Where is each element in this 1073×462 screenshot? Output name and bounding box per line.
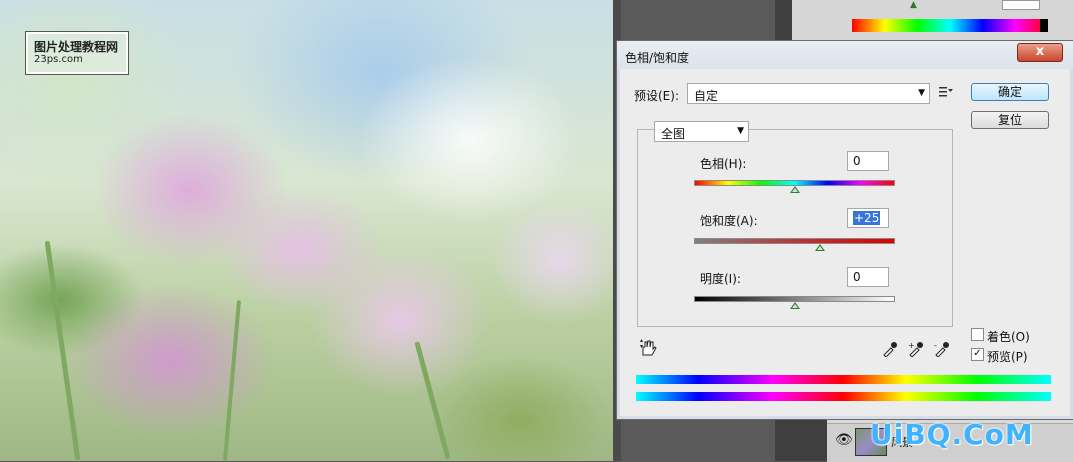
output-color-bar <box>636 392 1051 401</box>
preset-select[interactable]: 自定 ▼ <box>687 83 930 104</box>
eyedropper-icon[interactable] <box>882 341 898 357</box>
slider-marker-icon: ▲ <box>910 0 917 10</box>
saturation-label: 饱和度(A): <box>700 214 758 228</box>
eyedropper-plus-icon[interactable]: + <box>908 341 924 357</box>
channel-select[interactable]: 全图 ▼ <box>654 121 749 142</box>
saturation-slider-track[interactable] <box>694 238 895 244</box>
hue-input[interactable]: 0 <box>847 151 889 171</box>
lightness-label: 明度(I): <box>700 272 741 286</box>
lightness-input[interactable]: 0 <box>847 267 889 287</box>
color-spectrum[interactable] <box>852 19 1048 32</box>
svg-text:-: - <box>934 341 937 350</box>
hand-target-icon[interactable] <box>639 339 657 357</box>
stem <box>44 240 81 461</box>
chevron-down-icon: ▼ <box>918 88 925 98</box>
colorize-label: 着色(O) <box>987 330 1030 344</box>
preset-label: 预设(E): <box>634 89 679 103</box>
saturation-value: +25 <box>853 211 881 225</box>
photo-watermark: 图片处理教程网 23ps.com <box>25 31 129 75</box>
color-swatch[interactable] <box>1002 0 1040 10</box>
saturation-slider-thumb[interactable] <box>815 244 825 251</box>
colorize-checkbox[interactable] <box>971 328 984 341</box>
site-watermark: UiBQ.CoM <box>870 418 1034 451</box>
input-color-bar <box>636 375 1051 384</box>
dialog-titlebar[interactable]: 色相/饱和度 x <box>617 41 1073 69</box>
watermark-line2: 23ps.com <box>34 54 83 65</box>
stem <box>414 341 451 460</box>
stem <box>222 300 242 461</box>
saturation-input[interactable]: +25 <box>847 208 889 228</box>
preview-label: 预览(P) <box>987 350 1028 364</box>
svg-text:+: + <box>908 341 915 350</box>
canvas-photo[interactable]: 图片处理教程网 23ps.com <box>0 0 613 461</box>
channel-value: 全图 <box>661 127 686 141</box>
ok-button[interactable]: 确定 <box>971 83 1049 101</box>
chevron-down-icon: ▼ <box>737 126 744 136</box>
watermark-line1: 图片处理教程网 <box>34 40 119 54</box>
preview-checkbox[interactable]: ✓ <box>971 348 984 361</box>
preset-menu-icon[interactable] <box>939 86 953 98</box>
eyedropper-minus-icon[interactable]: - <box>934 341 950 357</box>
preset-value: 自定 <box>694 89 719 103</box>
dialog-title: 色相/饱和度 <box>625 51 690 65</box>
reset-button[interactable]: 复位 <box>971 111 1049 129</box>
color-panel: ▲ <box>792 0 1073 42</box>
hue-slider-thumb[interactable] <box>790 186 800 193</box>
lightness-slider-thumb[interactable] <box>790 302 800 309</box>
hue-label: 色相(H): <box>700 157 747 171</box>
eye-icon[interactable]: 👁 <box>835 432 853 448</box>
hue-saturation-dialog: 色相/饱和度 x 预设(E): 自定 ▼ 确定 复位 全图 ▼ 色相(H): 0… <box>616 40 1073 420</box>
close-button[interactable]: x <box>1017 43 1063 62</box>
